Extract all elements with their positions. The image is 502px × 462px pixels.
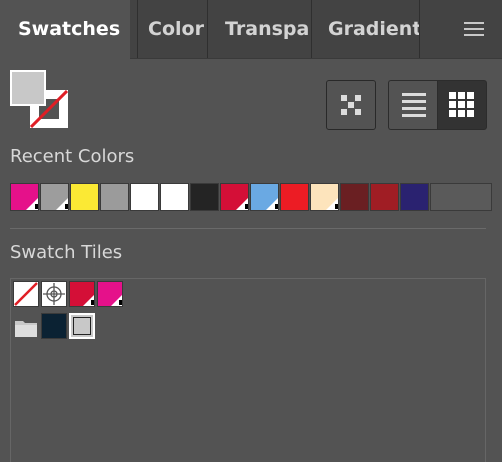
- recent-colors-title: Recent Colors: [10, 146, 135, 167]
- selected-inner-border: [73, 317, 91, 335]
- folder-icon: [15, 321, 37, 337]
- tab-divider: [419, 0, 420, 58]
- panel-tab-bar: Swatches Color Transpa Gradient: [0, 0, 502, 59]
- recent-color-swatch[interactable]: [10, 183, 39, 211]
- recent-colors-row: [10, 183, 492, 211]
- global-color-marker: [236, 198, 248, 210]
- tab-color[interactable]: Color: [137, 0, 207, 58]
- fill-stroke-widget: [10, 70, 70, 130]
- swatch-tile-color[interactable]: [69, 281, 95, 307]
- recent-color-swatch[interactable]: [70, 183, 99, 211]
- swatch-tile-selected[interactable]: [69, 313, 95, 339]
- fill-swatch[interactable]: [10, 70, 46, 106]
- recent-color-swatch[interactable]: [130, 183, 159, 211]
- none-swatch-icon: [14, 282, 38, 306]
- tab-transparency[interactable]: Transpa: [207, 0, 311, 58]
- recent-color-swatch[interactable]: [220, 183, 249, 211]
- recent-color-swatch[interactable]: [340, 183, 369, 211]
- swatch-tile-color[interactable]: [97, 281, 123, 307]
- grid-view-icon: [449, 92, 474, 117]
- recent-color-swatch[interactable]: [190, 183, 219, 211]
- recent-color-swatch[interactable]: [250, 183, 279, 211]
- recent-color-swatch[interactable]: [370, 183, 399, 211]
- list-view-icon: [401, 93, 426, 117]
- global-color-marker: [326, 198, 338, 210]
- recent-color-swatch[interactable]: [160, 183, 189, 211]
- swatch-tile-color[interactable]: [41, 313, 67, 339]
- global-color-marker: [56, 198, 68, 210]
- list-view-button[interactable]: [388, 80, 438, 130]
- global-color-marker: [26, 198, 38, 210]
- recent-color-swatch[interactable]: [310, 183, 339, 211]
- recent-colors-empty-slot: [430, 183, 492, 211]
- grid-view-button[interactable]: [437, 80, 487, 130]
- global-color-marker: [266, 198, 278, 210]
- hamburger-menu-icon[interactable]: [464, 22, 484, 38]
- show-swatch-kinds-button[interactable]: [326, 80, 376, 130]
- show-swatch-kinds-icon: [341, 95, 361, 115]
- registration-icon: [43, 283, 65, 305]
- swatch-tile-registration[interactable]: [41, 281, 67, 307]
- swatch-group-folder[interactable]: [13, 315, 39, 341]
- swatch-tile-none[interactable]: [13, 281, 39, 307]
- recent-color-swatch[interactable]: [280, 183, 309, 211]
- tab-gradient[interactable]: Gradient: [311, 0, 419, 58]
- section-divider: [10, 228, 486, 229]
- recent-color-swatch[interactable]: [100, 183, 129, 211]
- swatch-tiles-area: [10, 278, 486, 462]
- tab-swatches[interactable]: Swatches: [0, 0, 130, 59]
- recent-color-swatch[interactable]: [400, 183, 429, 211]
- recent-color-swatch[interactable]: [40, 183, 69, 211]
- global-color-marker: [111, 295, 122, 306]
- global-color-marker: [83, 295, 94, 306]
- swatch-tiles-title: Swatch Tiles: [10, 242, 123, 263]
